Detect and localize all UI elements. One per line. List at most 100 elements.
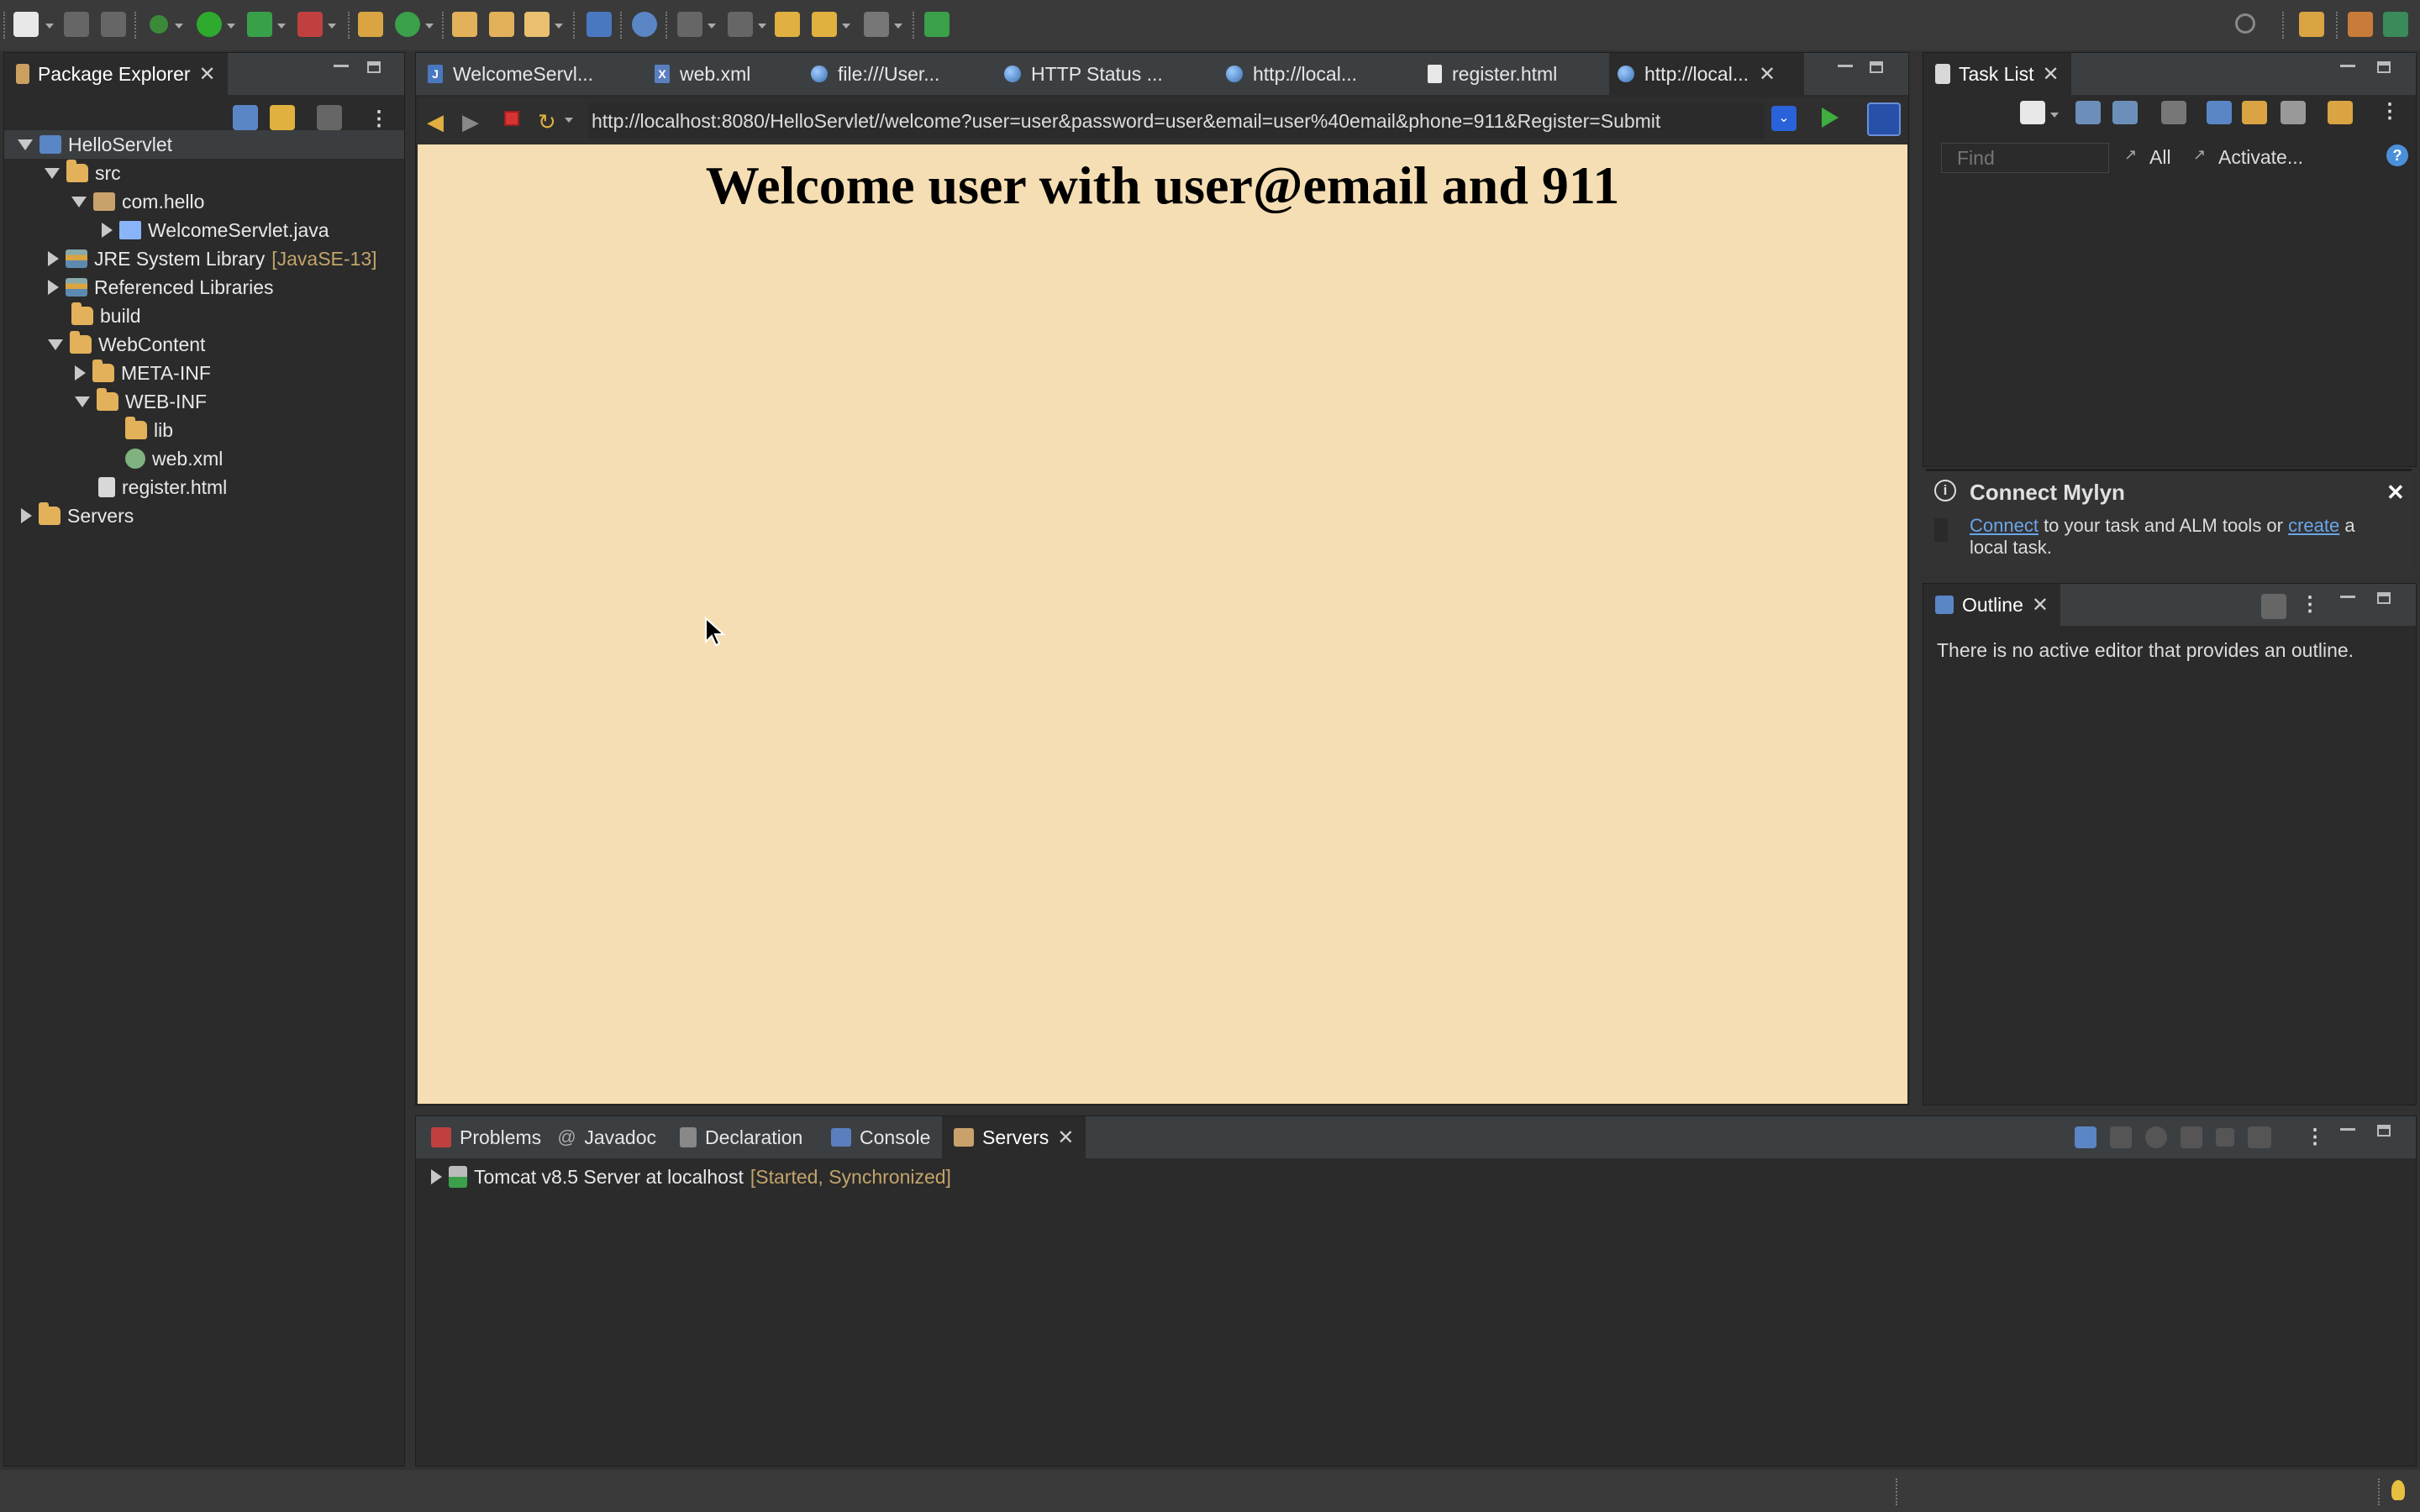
- stop-server-icon[interactable]: [2216, 1128, 2234, 1147]
- tree-item-com-hello[interactable]: com.hello: [71, 188, 204, 215]
- tab-console[interactable]: Console: [819, 1116, 942, 1158]
- new-task-dropdown-icon[interactable]: [2050, 113, 2059, 118]
- help-icon[interactable]: ?: [2386, 144, 2408, 166]
- tree-item-web-inf[interactable]: WEB-INF: [75, 388, 207, 415]
- tree-item-src[interactable]: src: [45, 160, 121, 186]
- view-menu-icon[interactable]: ⋮: [2305, 1125, 2325, 1149]
- minimize-icon[interactable]: [2340, 65, 2355, 67]
- run-dropdown-icon[interactable]: [227, 24, 235, 29]
- tree-item-servers[interactable]: Servers: [21, 502, 134, 529]
- expand-arrow-icon[interactable]: [102, 223, 113, 238]
- expand-arrow-icon[interactable]: [21, 508, 32, 523]
- close-icon[interactable]: ✕: [1057, 1126, 1074, 1150]
- publish-server-icon[interactable]: [2248, 1126, 2271, 1148]
- forward-dropdown-icon[interactable]: [894, 24, 902, 29]
- view-menu-icon[interactable]: ⋮: [369, 107, 389, 131]
- tree-item-helloservlet[interactable]: HelloServlet: [18, 131, 172, 158]
- debug-server-icon[interactable]: [2110, 1126, 2132, 1148]
- new-dropdown-icon[interactable]: [45, 24, 54, 29]
- url-input[interactable]: [588, 103, 1765, 139]
- tab-file-url[interactable]: file:///User...: [802, 53, 996, 95]
- close-icon[interactable]: ✕: [1759, 62, 1776, 87]
- task-repositories-icon[interactable]: [2328, 101, 2353, 124]
- collapse-all-icon[interactable]: [2281, 101, 2306, 124]
- stop-icon[interactable]: [504, 111, 519, 126]
- browser-preferences-icon[interactable]: [1867, 102, 1901, 136]
- java-perspective-icon[interactable]: [2383, 12, 2408, 37]
- java-ee-perspective-icon[interactable]: [2348, 12, 2373, 37]
- new-icon[interactable]: [13, 12, 39, 37]
- new-package-icon[interactable]: [358, 12, 383, 37]
- tree-item-register-html[interactable]: register.html: [98, 474, 227, 501]
- refresh-dropdown-icon[interactable]: [565, 118, 573, 123]
- filter-icon[interactable]: [2261, 594, 2286, 619]
- tree-item-referenced-libraries[interactable]: Referenced Libraries: [48, 274, 274, 301]
- tab-task-list[interactable]: Task List ✕: [1923, 53, 2071, 95]
- tab-problems[interactable]: Problems: [419, 1116, 553, 1158]
- expand-arrow-icon[interactable]: [18, 139, 33, 150]
- tab-http-status[interactable]: HTTP Status ...: [996, 53, 1218, 95]
- tab-http-local-1[interactable]: http://local...: [1218, 53, 1419, 95]
- forward-icon[interactable]: ▶: [462, 109, 479, 135]
- close-icon[interactable]: ✕: [2032, 593, 2049, 617]
- debug-icon[interactable]: [150, 15, 168, 34]
- categorized-icon[interactable]: [2075, 101, 2101, 124]
- tree-item-meta-inf[interactable]: META-INF: [75, 360, 211, 386]
- scheduled-icon[interactable]: [2112, 101, 2138, 124]
- forward-icon[interactable]: [864, 12, 889, 37]
- maximize-icon[interactable]: [367, 61, 381, 73]
- tab-welcomeservlet[interactable]: J WelcomeServl...: [419, 53, 646, 95]
- tab-servers[interactable]: Servers ✕: [942, 1116, 1086, 1158]
- close-icon[interactable]: ✕: [199, 62, 216, 87]
- back-icon[interactable]: [812, 12, 837, 37]
- filter-icon[interactable]: [317, 105, 342, 130]
- back-dropdown-icon[interactable]: [842, 24, 850, 29]
- save-icon[interactable]: [64, 12, 89, 37]
- save-all-icon[interactable]: [101, 12, 126, 37]
- maximize-icon[interactable]: [1870, 61, 1883, 73]
- external-tools-icon[interactable]: [297, 12, 323, 37]
- tab-javadoc[interactable]: @ Javadoc: [545, 1116, 668, 1158]
- next-annotation-icon[interactable]: [677, 12, 702, 37]
- tree-item-jre-system-library[interactable]: JRE System Library [JavaSE-13]: [48, 245, 377, 272]
- expand-arrow-icon[interactable]: [45, 167, 60, 179]
- expand-arrow-icon[interactable]: [48, 339, 63, 350]
- close-icon[interactable]: ✕: [2042, 62, 2059, 87]
- close-icon[interactable]: ✕: [2386, 480, 2405, 506]
- view-menu-icon[interactable]: ⋮: [2300, 592, 2320, 617]
- expand-arrow-icon[interactable]: [75, 365, 86, 381]
- run-icon[interactable]: [197, 12, 222, 37]
- skip-breakpoints-icon[interactable]: [632, 12, 657, 37]
- new-class-icon[interactable]: [395, 12, 420, 37]
- maximize-icon[interactable]: [2377, 592, 2391, 604]
- new-task-icon[interactable]: [2020, 101, 2045, 124]
- connect-link[interactable]: Connect: [1970, 515, 2039, 536]
- start-server-icon[interactable]: [2145, 1126, 2167, 1148]
- search-tools-icon[interactable]: [524, 12, 550, 37]
- all-link[interactable]: All: [2149, 146, 2171, 169]
- tree-item-build[interactable]: build: [71, 302, 141, 329]
- tab-declaration[interactable]: Declaration: [668, 1116, 814, 1158]
- link-with-editor-icon[interactable]: [270, 105, 295, 130]
- expand-arrow-icon[interactable]: [71, 196, 87, 207]
- tab-register-html[interactable]: register.html: [1419, 53, 1609, 95]
- hide-completed-icon[interactable]: [2161, 101, 2186, 124]
- url-history-dropdown-icon[interactable]: ⌄: [1771, 106, 1797, 131]
- expand-arrow-icon[interactable]: [431, 1169, 442, 1184]
- collapse-all-icon[interactable]: [233, 105, 258, 130]
- minimize-icon[interactable]: [1838, 65, 1853, 67]
- new-server-icon[interactable]: [2075, 1126, 2096, 1148]
- tree-item-welcomeservlet-java[interactable]: WelcomeServlet.java: [102, 217, 329, 244]
- go-icon[interactable]: [1822, 108, 1839, 128]
- open-type-icon[interactable]: [452, 12, 477, 37]
- next-annotation-dropdown-icon[interactable]: [708, 24, 716, 29]
- open-resource-icon[interactable]: [489, 12, 514, 37]
- tree-item-web-xml[interactable]: web.xml: [125, 445, 223, 472]
- tree-item-lib[interactable]: lib: [125, 417, 173, 444]
- open-perspective-icon[interactable]: [2299, 12, 2324, 37]
- minimize-icon[interactable]: [2340, 1128, 2355, 1131]
- search-icon[interactable]: [2235, 13, 2255, 34]
- expand-arrow-icon[interactable]: [75, 396, 90, 407]
- maximize-icon[interactable]: [2377, 61, 2391, 73]
- toggle-editor-icon[interactable]: [587, 12, 612, 37]
